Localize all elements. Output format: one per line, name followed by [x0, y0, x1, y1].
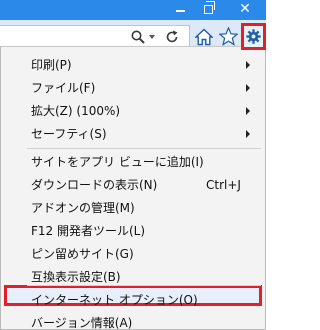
title-bar: ✕: [0, 0, 266, 20]
dropdown-arrow-icon[interactable]: [149, 35, 155, 39]
close-button[interactable]: ✕: [224, 0, 266, 20]
home-icon[interactable]: [195, 28, 213, 46]
menu-item-label: F12 開発者ツール(L): [31, 224, 146, 238]
menu-separator: [27, 285, 261, 286]
minimize-button[interactable]: [166, 0, 194, 20]
submenu-arrow-icon: [246, 84, 250, 92]
submenu-arrow-icon: [246, 61, 250, 69]
menu-item-label: アドオンの管理(M): [31, 201, 135, 215]
menu-item[interactable]: サイトをアプリ ビューに追加(I): [1, 151, 265, 173]
menu-item[interactable]: セーフティ(S): [1, 123, 265, 145]
restore-button[interactable]: [194, 0, 222, 20]
menu-item-label: 拡大(Z) (100%): [31, 104, 121, 118]
menu-item-label: サイトをアプリ ビューに追加(I): [31, 155, 204, 169]
menu-item[interactable]: バージョン情報(A): [1, 312, 265, 330]
gear-icon: [246, 29, 261, 44]
menu-item[interactable]: ファイル(F): [1, 77, 265, 99]
settings-button[interactable]: [241, 23, 266, 50]
menu-item-label: ダウンロードの表示(N): [31, 178, 158, 192]
menu-item-label: インターネット オプション(O): [31, 293, 198, 307]
menu-item[interactable]: 印刷(P): [1, 54, 265, 76]
browser-window: ✕ 印刷(P) ファイル(F) 拡大(Z) (100%) セーフティ(S) サイトをアプ…: [0, 0, 266, 330]
menu-item[interactable]: インターネット オプション(O): [1, 289, 265, 311]
submenu-arrow-icon: [246, 130, 250, 138]
menu-item-label: ファイル(F): [31, 81, 96, 95]
menu-item-shortcut: Ctrl+J: [206, 178, 241, 192]
menu-item-label: 印刷(P): [31, 58, 72, 72]
menu-item[interactable]: F12 開発者ツール(L): [1, 220, 265, 242]
restore-icon: [203, 1, 215, 14]
close-icon: ✕: [239, 1, 251, 17]
menu-item[interactable]: ピン留めサイト(G): [1, 243, 265, 265]
submenu-arrow-icon: [246, 107, 250, 115]
refresh-icon[interactable]: [164, 29, 180, 45]
menu-item[interactable]: ダウンロードの表示(N) Ctrl+J: [1, 174, 265, 196]
menu-item-label: バージョン情報(A): [31, 316, 133, 330]
favorites-star-icon[interactable]: [219, 27, 238, 46]
menu-item[interactable]: アドオンの管理(M): [1, 197, 265, 219]
menu-separator: [27, 148, 261, 149]
tools-menu: 印刷(P) ファイル(F) 拡大(Z) (100%) セーフティ(S) サイトをアプリ …: [0, 46, 266, 330]
minimize-icon: [175, 10, 185, 12]
menu-item[interactable]: 拡大(Z) (100%): [1, 100, 265, 122]
menu-item-label: ピン留めサイト(G): [31, 247, 134, 261]
search-icon[interactable]: [130, 29, 146, 45]
menu-item-label: セーフティ(S): [31, 127, 107, 141]
